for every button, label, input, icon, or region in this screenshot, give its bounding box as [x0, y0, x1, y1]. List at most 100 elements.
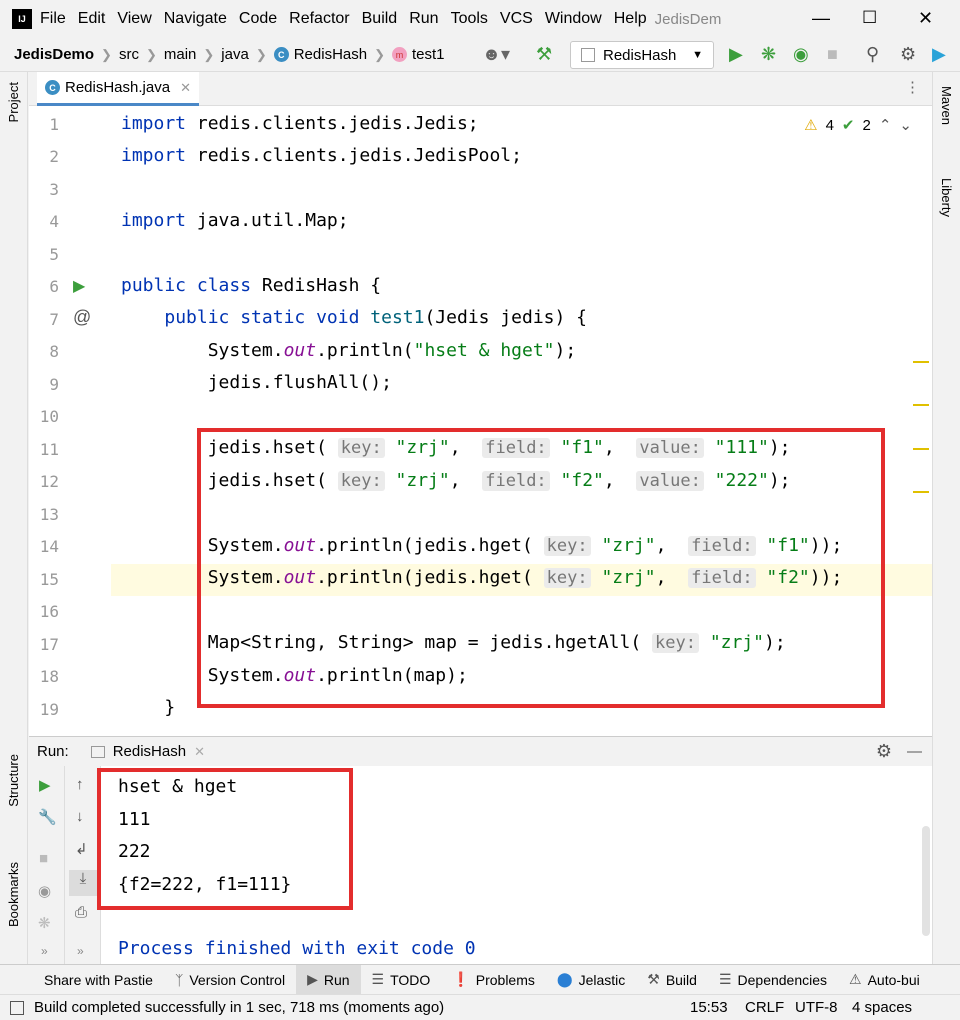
stop-icon[interactable]: ■ — [827, 44, 838, 65]
intellij-logo-icon: IJ — [12, 9, 32, 29]
breadcrumb-method[interactable]: m test1 — [392, 46, 445, 63]
close-icon[interactable]: ✕ — [918, 8, 933, 29]
run-gutter-icon[interactable]: ▶ — [73, 276, 85, 296]
breadcrumb-src[interactable]: src — [119, 46, 139, 63]
close-tab-icon[interactable]: ✕ — [194, 744, 205, 760]
menu-tools[interactable]: Tools — [451, 10, 488, 28]
navigation-bar: JedisDemo ❯ src ❯ main ❯ java ❯ C RedisHa… — [0, 38, 960, 72]
app-config-icon — [90, 745, 105, 758]
caret-position[interactable]: 15:53 — [690, 999, 728, 1016]
code-editor[interactable]: 1 2 3 4 5 6 7 8 9 10 11 12 13 14 15 16 1… — [29, 106, 932, 736]
coverage-icon[interactable]: ◉ — [793, 44, 809, 65]
breadcrumb-class[interactable]: C RedisHash — [273, 46, 367, 63]
arrow-down-icon[interactable]: ↓ — [76, 808, 84, 825]
file-encoding[interactable]: UTF-8 — [795, 999, 838, 1016]
menu-edit[interactable]: Edit — [78, 10, 106, 28]
search-icon[interactable]: ⚲ — [866, 44, 879, 65]
tab-dependencies-label: Dependencies — [737, 971, 828, 988]
camera-icon[interactable]: ◉ — [38, 882, 51, 900]
tab-build[interactable]: ⚒ Build — [636, 965, 708, 995]
menu-code[interactable]: Code — [239, 10, 277, 28]
more-icon[interactable]: » — [41, 944, 48, 958]
bookmarks-tool-button[interactable]: Bookmarks — [6, 862, 21, 927]
tab-problems-label: Problems — [475, 971, 535, 988]
menu-help[interactable]: Help — [614, 10, 647, 28]
tab-todo[interactable]: ☰ TODO — [361, 965, 442, 995]
minimize-icon[interactable]: — — [812, 8, 830, 29]
line-number: 11 — [39, 440, 59, 459]
tab-jelastic[interactable]: ⬤ Jelastic — [546, 965, 636, 995]
print-icon[interactable]: ⎙ — [75, 904, 87, 921]
more-icon[interactable]: ⋮ — [905, 78, 920, 96]
close-tab-icon[interactable]: ✕ — [180, 80, 191, 96]
line-separator[interactable]: CRLF — [745, 999, 784, 1016]
left-tool-strip: Project Structure Bookmarks — [0, 72, 28, 964]
check-icon: ✔ — [841, 117, 855, 134]
tab-run[interactable]: ▶ Run — [296, 964, 361, 995]
menu-run[interactable]: Run — [409, 10, 438, 28]
scroll-to-end-icon[interactable]: ⤓ — [69, 870, 97, 896]
menu-file[interactable]: File — [40, 10, 66, 28]
inspection-widget[interactable]: ⚠ 4 ✔ 2 ⌃ ⌄ — [804, 116, 912, 135]
bottom-tool-tabs: Share with Pastie ᛉ Version Control ▶ Run … — [0, 964, 960, 995]
chevron-right-icon: ❯ — [203, 46, 215, 62]
run-configuration-select[interactable]: RedisHash ▼ — [570, 41, 714, 69]
chevron-up-icon[interactable]: ⌃ — [879, 116, 892, 134]
editor-tab-bar: C RedisHash.java ✕ ⋮ — [29, 72, 932, 106]
rerun-icon[interactable]: ▶ — [39, 776, 51, 794]
menu-view[interactable]: View — [117, 10, 151, 28]
liberty-tool-button[interactable]: Liberty — [939, 178, 954, 217]
tab-auto-build[interactable]: ⚠ Auto-bui — [838, 965, 931, 995]
weak-warning-count: 2 — [862, 116, 871, 134]
menu-build[interactable]: Build — [362, 10, 398, 28]
line-number: 15 — [39, 570, 59, 589]
more-icon[interactable]: » — [77, 944, 84, 958]
code-line: import java.util.Map; — [121, 210, 349, 231]
soft-wrap-icon[interactable]: ↲ — [75, 840, 88, 858]
indent-setting[interactable]: 4 spaces — [852, 999, 912, 1016]
warning-count: 4 — [825, 116, 834, 134]
menu-bar: IJ File Edit View Navigate Code Refactor… — [0, 0, 960, 38]
run-icon[interactable]: ▶ — [729, 44, 743, 65]
code-line: } — [121, 697, 176, 718]
run-icon: ▶ — [307, 971, 318, 987]
tab-version-control[interactable]: ᛉ Version Control — [164, 965, 296, 995]
gear-icon[interactable]: ⚙ — [900, 44, 916, 65]
menu-vcs[interactable]: VCS — [500, 10, 533, 28]
user-icon[interactable]: ☻▾ — [482, 44, 510, 65]
tab-dependencies[interactable]: ☰ Dependencies — [708, 965, 838, 995]
breadcrumb-java[interactable]: java — [221, 46, 249, 63]
menu-refactor[interactable]: Refactor — [289, 10, 349, 28]
tab-share-with-pastie[interactable]: Share with Pastie — [0, 965, 164, 995]
project-tool-button[interactable]: Project — [6, 82, 21, 122]
run-tab[interactable]: RedisHash ✕ — [90, 743, 205, 760]
warning-marker — [913, 491, 929, 493]
hammer-build-icon[interactable]: ⚒ — [536, 44, 552, 65]
line-number: 7 — [49, 310, 59, 329]
wrench-icon[interactable]: 🔧 — [38, 808, 57, 826]
line-number: 6 — [49, 277, 59, 296]
structure-tool-button[interactable]: Structure — [6, 754, 21, 807]
scrollbar[interactable] — [922, 826, 930, 936]
status-bar: Build completed successfully in 1 sec, 7… — [0, 994, 960, 1020]
debug-icon[interactable]: ❋ — [761, 44, 776, 65]
arrow-up-icon[interactable]: ↑ — [76, 776, 84, 793]
chevron-down-icon[interactable]: ⌄ — [899, 116, 912, 134]
settings-icon[interactable]: ❋ — [38, 914, 51, 932]
stop-icon[interactable]: ■ — [39, 850, 48, 867]
file-tab[interactable]: C RedisHash.java ✕ — [37, 72, 199, 106]
menu-navigate[interactable]: Navigate — [164, 10, 227, 28]
menu-window[interactable]: Window — [545, 10, 602, 28]
console-panel[interactable]: ▶ 🔧 ■ ◉ ❋ » ↑ ↓ ↲ ⤓ ⎙ » hset & hget 111 … — [29, 766, 932, 964]
maven-tool-button[interactable]: Maven — [939, 86, 954, 125]
line-number: 10 — [39, 407, 59, 426]
toggle-tool-windows-icon[interactable] — [10, 1000, 24, 1015]
code-line: public class RedisHash { — [121, 275, 382, 296]
gear-icon[interactable]: ⚙ — [876, 741, 892, 762]
maximize-icon[interactable]: ☐ — [862, 8, 877, 28]
tab-problems[interactable]: ❗ Problems — [441, 965, 546, 995]
minimize-panel-icon[interactable]: — — [907, 743, 922, 760]
plugin-icon[interactable]: ▶ — [932, 44, 946, 65]
breadcrumb-project[interactable]: JedisDemo — [14, 46, 94, 63]
breadcrumb-main[interactable]: main — [164, 46, 197, 63]
